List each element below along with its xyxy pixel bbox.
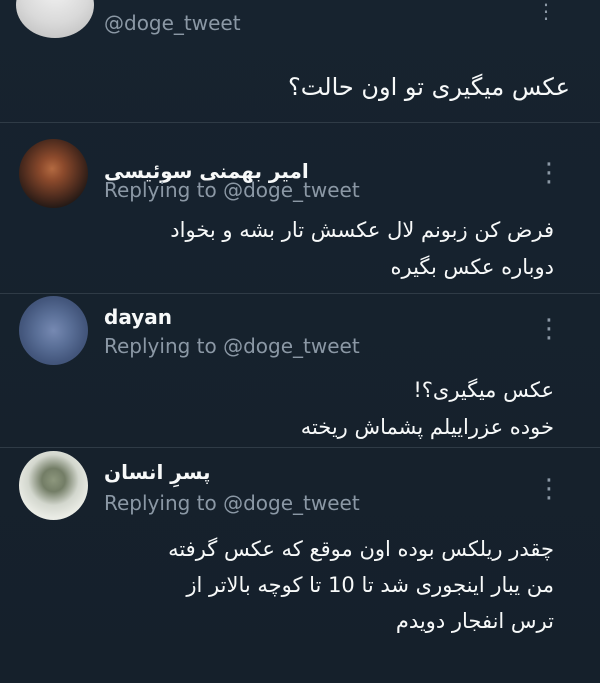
reply-text-line: عکس میگیری؟!: [413, 378, 554, 402]
reply-author-name[interactable]: dayan: [104, 304, 172, 330]
reply-item[interactable]: dayan Replying to @doge_tweet ⋮ عکس میگی…: [0, 292, 600, 448]
reply-text-line: دوباره عکس بگیره: [390, 255, 555, 279]
replying-to-text[interactable]: Replying to @doge_tweet: [104, 490, 360, 516]
reply-item[interactable]: پسرِ انسان Replying to @doge_tweet ⋮ چقد…: [0, 447, 600, 683]
replying-to-text[interactable]: Replying to @doge_tweet: [104, 177, 360, 203]
avatar[interactable]: [16, 0, 94, 38]
reply-text-line: خوده عزراییلم پشماش ریخته: [300, 415, 554, 439]
avatar[interactable]: [19, 451, 88, 520]
reply-item[interactable]: امیر بهمنی سوئیسی Replying to @doge_twee…: [0, 123, 600, 294]
reply-text: عکس میگیری؟! خوده عزراییلم پشماش ریخته: [301, 372, 554, 446]
more-options-icon[interactable]: ⋮: [536, 314, 562, 344]
more-options-icon[interactable]: ⋮: [536, 0, 556, 23]
reply-text-line: من یبار اینجوری شد تا 10 تا کوچه بالاتر …: [186, 573, 554, 597]
more-options-icon[interactable]: ⋮: [536, 158, 562, 188]
reply-text-line: چقدر ریلکس بوده اون موقع که عکس گرفته: [168, 537, 554, 561]
replying-to-text[interactable]: Replying to @doge_tweet: [104, 333, 360, 359]
top-tweet-text: عکس میگیری تو اون حالت؟: [287, 73, 570, 101]
reply-text-line: فرض کن زبونم لال عکسش تار بشه و بخواد: [170, 218, 554, 242]
twitter-thread: @doge_tweet ⋮ عکس میگیری تو اون حالت؟ ام…: [0, 0, 600, 683]
top-tweet-username[interactable]: @doge_tweet: [104, 10, 241, 36]
avatar[interactable]: [19, 296, 88, 365]
top-tweet: @doge_tweet ⋮ عکس میگیری تو اون حالت؟: [0, 0, 600, 123]
avatar[interactable]: [19, 139, 88, 208]
reply-text: فرض کن زبونم لال عکسش تار بشه و بخواد دو…: [170, 212, 554, 286]
reply-author-name[interactable]: پسرِ انسان: [104, 459, 211, 485]
more-options-icon[interactable]: ⋮: [536, 474, 562, 504]
reply-text-line: ترس انفجار دویدم: [395, 609, 554, 633]
reply-text: چقدر ریلکس بوده اون موقع که عکس گرفته من…: [168, 531, 554, 639]
